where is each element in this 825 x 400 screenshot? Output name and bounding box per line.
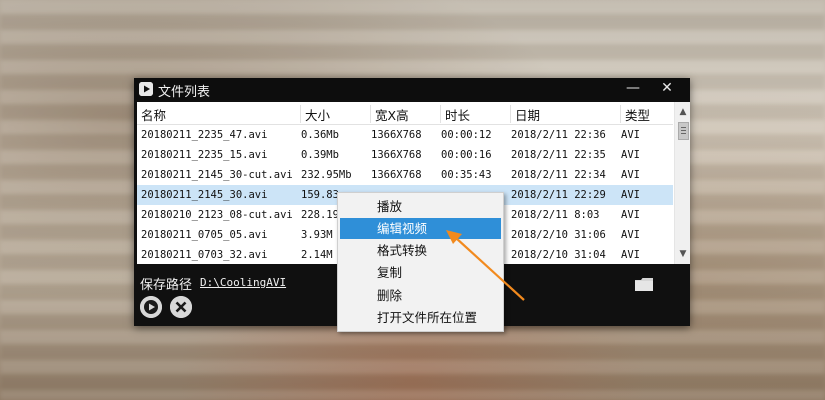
column-header-row: 名称 大小 宽X高 时长 日期 类型 (137, 102, 673, 125)
vertical-scrollbar[interactable]: ▲ ▼ (674, 102, 690, 264)
menu-item-label: 删除 (377, 288, 403, 303)
menu-item-label: 格式转换 (377, 243, 428, 258)
table-row[interactable]: 20180211_2235_47.avi 0.36Mb 1366X768 00:… (137, 125, 673, 145)
title-bar[interactable]: 文件列表 — ✕ (134, 78, 690, 100)
cell-name: 20180211_2145_30-cut.avi (141, 169, 293, 181)
menu-item-label: 打开文件所在位置 (377, 310, 478, 325)
cell-size: 228.19 (301, 209, 339, 221)
cell-date: 2018/2/11 22:36 (511, 129, 606, 141)
column-header-resolution[interactable]: 宽X高 (371, 105, 441, 123)
cell-size: 3.93M (301, 229, 333, 241)
annotation-arrow-icon (446, 230, 525, 301)
cell-name: 20180210_2123_08-cut.avi (141, 209, 293, 221)
cell-date: 2018/2/11 22:29 (511, 189, 606, 201)
menu-item-play[interactable]: 播放 (340, 196, 501, 217)
column-header-type[interactable]: 类型 (621, 105, 673, 123)
column-header-name[interactable]: 名称 (137, 105, 301, 123)
scroll-down-arrow-icon[interactable]: ▼ (675, 246, 690, 262)
cell-resolution: 1366X768 (371, 169, 422, 181)
cell-date: 2018/2/11 8:03 (511, 209, 600, 221)
cell-date: 2018/2/11 22:34 (511, 169, 606, 181)
cell-duration: 00:00:16 (441, 149, 492, 161)
scroll-up-arrow-icon[interactable]: ▲ (675, 104, 690, 120)
scrollbar-thumb[interactable] (678, 122, 689, 140)
cell-name: 20180211_2235_15.avi (141, 149, 268, 161)
cell-type: AVI (621, 129, 640, 141)
minimize-button[interactable]: — (618, 78, 648, 100)
cell-size: 159.83 (301, 189, 339, 201)
cell-type: AVI (621, 229, 640, 241)
save-path-link[interactable]: D:\CoolingAVI (200, 276, 286, 289)
cell-type: AVI (621, 169, 640, 181)
table-row[interactable]: 20180211_2235_15.avi 0.39Mb 1366X768 00:… (137, 145, 673, 165)
app-logo-icon (139, 82, 153, 96)
column-header-duration[interactable]: 时长 (441, 105, 511, 123)
cell-type: AVI (621, 149, 640, 161)
cell-resolution: 1366X768 (371, 129, 422, 141)
cell-duration: 00:35:43 (441, 169, 492, 181)
cell-type: AVI (621, 249, 640, 261)
cell-size: 0.39Mb (301, 149, 339, 161)
cell-size: 232.95Mb (301, 169, 352, 181)
window-title: 文件列表 (158, 85, 211, 100)
cell-resolution: 1366X768 (371, 149, 422, 161)
cell-duration: 00:00:12 (441, 129, 492, 141)
cell-name: 20180211_0703_32.avi (141, 249, 268, 261)
cell-name: 20180211_2235_47.avi (141, 129, 268, 141)
close-button[interactable]: ✕ (652, 78, 682, 100)
cell-date: 2018/2/11 22:35 (511, 149, 606, 161)
close-circle-icon[interactable] (170, 296, 192, 318)
save-path-label: 保存路径 (140, 278, 193, 293)
cell-name: 20180211_0705_05.avi (141, 229, 268, 241)
menu-item-label: 编辑视频 (377, 221, 428, 236)
table-row[interactable]: 20180211_2145_30-cut.avi 232.95Mb 1366X7… (137, 165, 673, 185)
cell-size: 2.14M (301, 249, 333, 261)
menu-item-open-folder[interactable]: 打开文件所在位置 (340, 307, 501, 328)
column-header-date[interactable]: 日期 (511, 105, 621, 123)
cell-type: AVI (621, 189, 640, 201)
menu-item-label: 播放 (377, 199, 403, 214)
menu-item-label: 复制 (377, 265, 403, 280)
folder-icon[interactable] (635, 276, 653, 291)
play-icon[interactable] (140, 296, 162, 318)
column-header-size[interactable]: 大小 (301, 105, 371, 123)
cell-name: 20180211_2145_30.avi (141, 189, 268, 201)
cell-type: AVI (621, 209, 640, 221)
cell-size: 0.36Mb (301, 129, 339, 141)
